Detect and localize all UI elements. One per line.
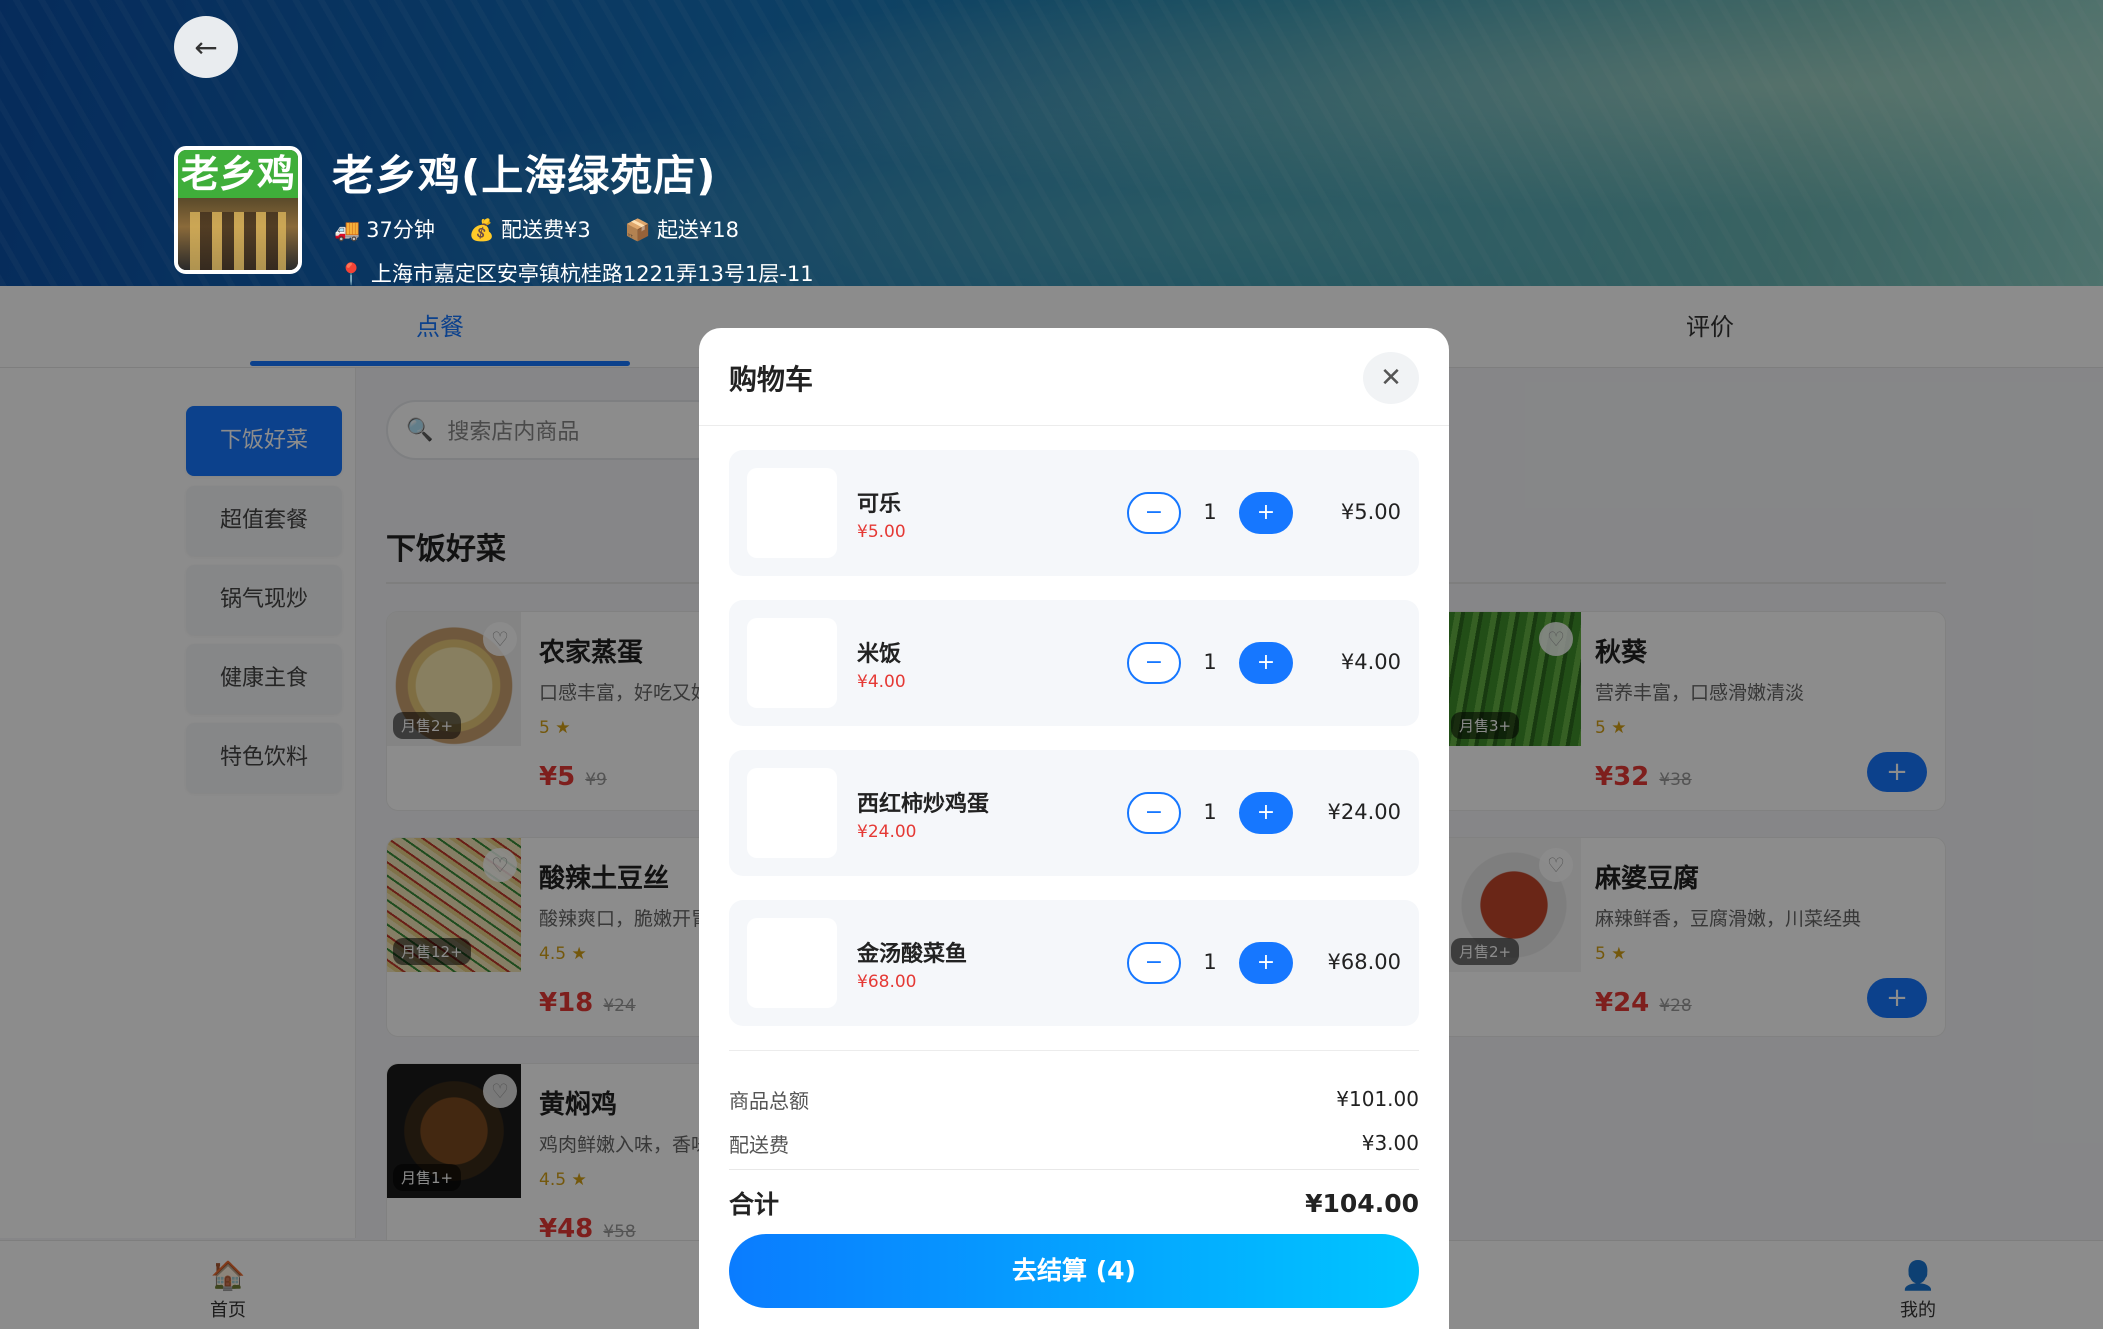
money-bag-icon: 💰	[468, 218, 496, 242]
goods-total-row: 商品总额 ¥101.00	[729, 1087, 1419, 1113]
item-subtotal: ¥68.00	[1327, 950, 1401, 974]
item-name: 可乐	[857, 492, 902, 517]
cart-item: 米饭 ¥4.00 − 1 + ¥4.00	[729, 600, 1419, 726]
cart-list: 可乐 ¥5.00 − 1 + ¥5.00 米饭 ¥4.00 − 1 + ¥4.0…	[729, 450, 1419, 1050]
item-subtotal: ¥5.00	[1340, 500, 1401, 524]
checkout-button[interactable]: 去结算 (4)	[729, 1234, 1419, 1308]
tomato-egg-image	[747, 768, 837, 858]
item-unit-price: ¥68.00	[857, 972, 917, 992]
increase-button[interactable]: +	[1239, 792, 1293, 834]
item-subtotal: ¥24.00	[1327, 800, 1401, 824]
item-quantity: 1	[1203, 800, 1217, 824]
fish-image	[747, 918, 837, 1008]
item-unit-price: ¥4.00	[857, 672, 906, 692]
decrease-button[interactable]: −	[1127, 642, 1181, 684]
cart-modal: 购物车 ✕ 可乐 ¥5.00 − 1 + ¥5.00 米饭 ¥4.00 − 1 …	[699, 328, 1449, 1329]
item-quantity: 1	[1203, 950, 1217, 974]
total-row: 合计 ¥104.00	[729, 1188, 1419, 1220]
truck-icon: 🚚	[334, 218, 361, 242]
cart-summary: 商品总额 ¥101.00 配送费 ¥3.00 合计 ¥104.00	[729, 1050, 1419, 1228]
item-unit-price: ¥5.00	[857, 522, 906, 542]
delivery-fee: 💰 配送费¥3	[468, 218, 591, 242]
decrease-button[interactable]: −	[1127, 492, 1181, 534]
delivery-fee-row: 配送费 ¥3.00	[729, 1131, 1419, 1157]
back-button[interactable]: ←	[174, 16, 238, 78]
arrow-left-icon: ←	[194, 30, 218, 64]
item-quantity: 1	[1203, 650, 1217, 674]
cart-title: 购物车	[729, 363, 814, 396]
item-unit-price: ¥24.00	[857, 822, 917, 842]
close-button[interactable]: ✕	[1363, 352, 1419, 404]
increase-button[interactable]: +	[1239, 642, 1293, 684]
shop-address: 📍 上海市嘉定区安亭镇杭桂路1221弄13号1层-11	[338, 262, 814, 286]
item-quantity: 1	[1203, 500, 1217, 524]
decrease-button[interactable]: −	[1127, 942, 1181, 984]
item-subtotal: ¥4.00	[1340, 650, 1401, 674]
item-name: 西红柿炒鸡蛋	[857, 792, 990, 817]
cart-item: 西红柿炒鸡蛋 ¥24.00 − 1 + ¥24.00	[729, 750, 1419, 876]
delivery-time: 🚚 37分钟	[334, 218, 435, 242]
package-icon: 📦	[624, 218, 651, 242]
item-name: 金汤酸菜鱼	[857, 942, 968, 967]
increase-button[interactable]: +	[1239, 942, 1293, 984]
location-pin-icon: 📍	[338, 262, 365, 286]
min-order: 📦 起送¥18	[624, 218, 740, 242]
increase-button[interactable]: +	[1239, 492, 1293, 534]
decrease-button[interactable]: −	[1127, 792, 1181, 834]
cola-image	[747, 468, 837, 558]
shop-logo: 老乡鸡	[174, 146, 302, 274]
item-name: 米饭	[857, 642, 902, 667]
shop-meta: 🚚 37分钟 💰 配送费¥3 📦 起送¥18	[334, 214, 739, 244]
cart-item: 金汤酸菜鱼 ¥68.00 − 1 + ¥68.00	[729, 900, 1419, 1026]
rice-image	[747, 618, 837, 708]
cart-header: 购物车 ✕	[699, 328, 1449, 426]
shop-name: 老乡鸡(上海绿苑店)	[332, 151, 717, 200]
close-icon: ✕	[1380, 363, 1402, 393]
cart-item: 可乐 ¥5.00 − 1 + ¥5.00	[729, 450, 1419, 576]
